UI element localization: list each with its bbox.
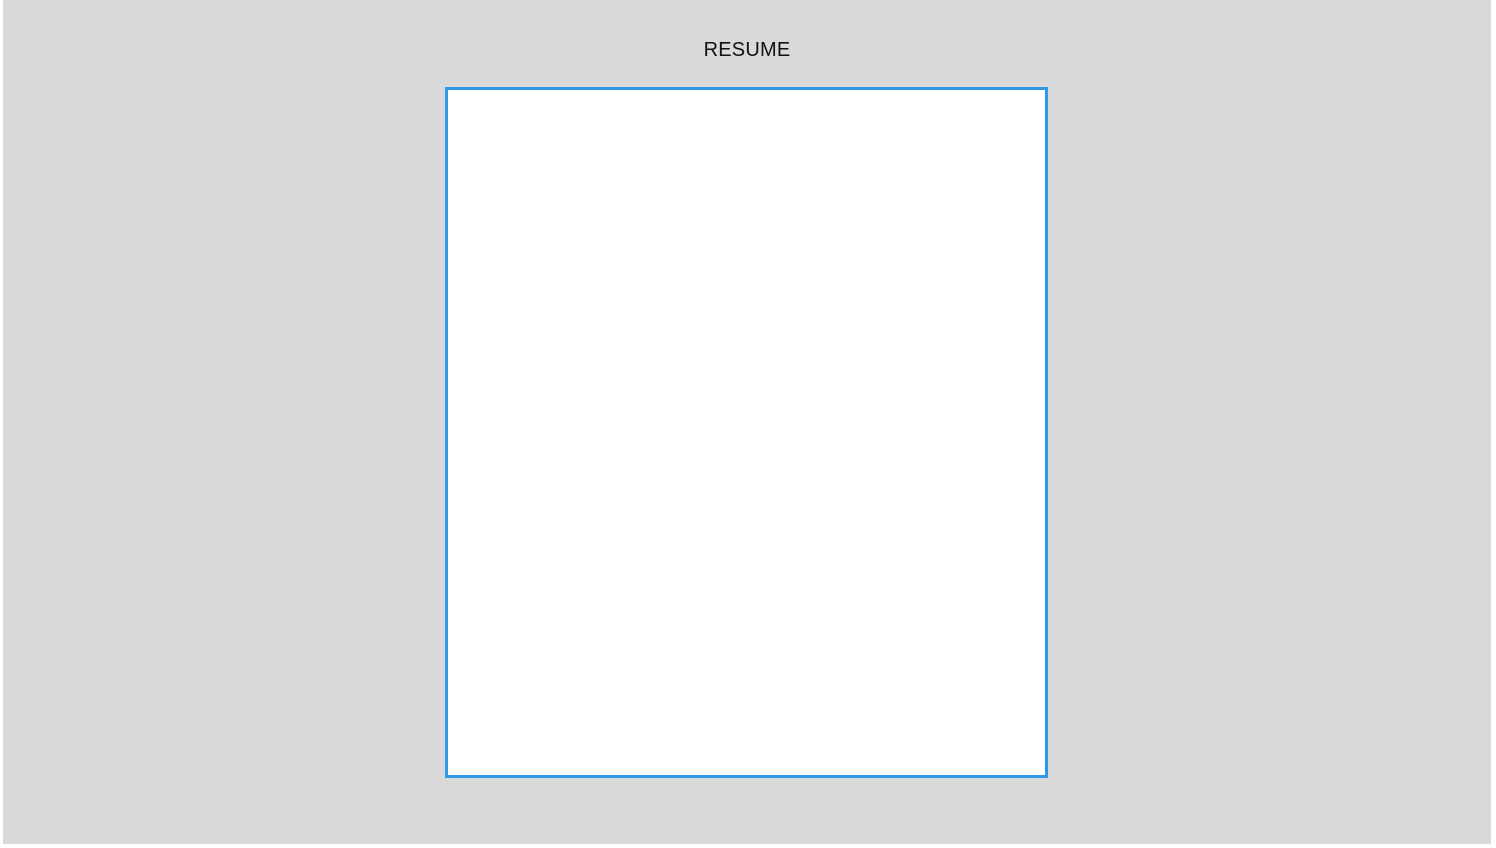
canvas-background: RESUME (3, 0, 1491, 844)
document-title: RESUME (703, 39, 791, 61)
resume-page[interactable] (445, 87, 1048, 778)
